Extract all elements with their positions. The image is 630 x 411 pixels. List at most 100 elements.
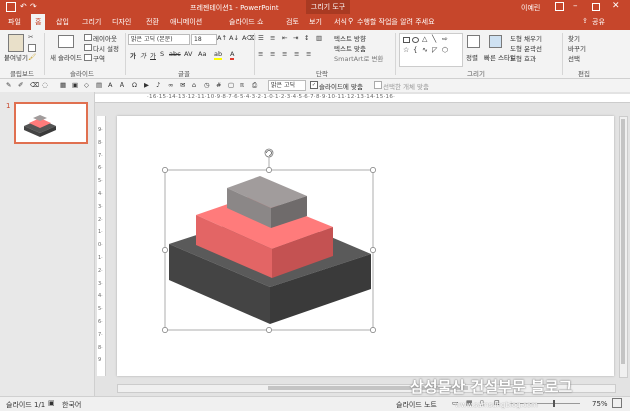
- align-center-icon[interactable]: ≡: [270, 50, 275, 58]
- highlight-icon[interactable]: ab: [214, 50, 223, 60]
- char-spacing-icon[interactable]: AV: [184, 50, 192, 58]
- audio-icon[interactable]: ♪: [156, 81, 160, 89]
- cut-icon[interactable]: ✂: [28, 33, 33, 41]
- video-icon[interactable]: ▶: [144, 81, 149, 89]
- shape-outline-button[interactable]: 도형 윤곽선: [510, 43, 542, 53]
- shape-effects-button[interactable]: 도형 효과: [510, 53, 536, 63]
- number-icon[interactable]: #: [216, 81, 221, 89]
- new-slide-icon[interactable]: [58, 35, 74, 48]
- minimize-icon[interactable]: –: [573, 1, 578, 11]
- paste-icon[interactable]: [8, 34, 24, 52]
- user-name[interactable]: 이예린: [521, 3, 540, 13]
- arrange-button[interactable]: 정렬: [466, 52, 478, 62]
- tab-home[interactable]: 홈: [31, 14, 46, 30]
- align-right-icon[interactable]: ≡: [282, 50, 287, 58]
- zoom-slider-thumb[interactable]: [553, 400, 555, 407]
- italic-icon[interactable]: 가: [140, 50, 146, 60]
- tab-animations[interactable]: 애니메이션: [170, 17, 202, 27]
- curve-shape-icon[interactable]: ∿: [422, 46, 428, 54]
- replace-button[interactable]: 바꾸기: [568, 43, 586, 53]
- symbol-icon[interactable]: Ω: [132, 81, 137, 89]
- callout-shape-icon[interactable]: ◸: [432, 46, 437, 54]
- strikethrough-icon[interactable]: abc: [169, 50, 181, 58]
- bold-icon[interactable]: 가: [130, 50, 136, 60]
- shadow-icon[interactable]: S: [160, 50, 164, 58]
- tab-format[interactable]: 서식: [334, 17, 347, 27]
- shape-fill-button[interactable]: 도형 채우기: [510, 33, 542, 43]
- paste-button[interactable]: 붙여넣기: [4, 52, 28, 62]
- fit-slide-checkbox[interactable]: ✓: [310, 81, 318, 89]
- equation-icon[interactable]: π: [240, 81, 244, 89]
- resize-handle-top-left[interactable]: [162, 167, 168, 173]
- wordart-icon[interactable]: Ꭺ: [120, 81, 124, 90]
- tab-view[interactable]: 보기: [309, 17, 322, 27]
- reset-button[interactable]: 다시 설정: [93, 43, 119, 53]
- resize-handle-left[interactable]: [162, 247, 168, 253]
- object-icon[interactable]: ▢: [228, 81, 234, 89]
- resize-handle-top-right[interactable]: [370, 167, 376, 173]
- smartart-button[interactable]: SmartArt로 변환: [334, 53, 383, 63]
- tab-insert[interactable]: 삽입: [56, 17, 69, 27]
- brace-shape-icon[interactable]: {: [413, 46, 417, 54]
- screenshot-icon[interactable]: ⎙: [252, 81, 257, 90]
- find-button[interactable]: 찾기: [568, 33, 580, 43]
- vertical-scrollbar[interactable]: [619, 116, 628, 378]
- underline-icon[interactable]: 가: [150, 50, 156, 60]
- line-shape-icon[interactable]: ╲: [432, 35, 436, 43]
- close-icon[interactable]: ✕: [612, 1, 620, 11]
- fit-window-icon[interactable]: [612, 398, 622, 408]
- textbox-icon[interactable]: A: [108, 81, 112, 89]
- section-button[interactable]: 구역: [93, 53, 105, 63]
- grow-font-icon[interactable]: A↑: [217, 34, 227, 42]
- line-spacing-icon[interactable]: ↕: [304, 34, 309, 42]
- slide-canvas[interactable]: [117, 116, 614, 376]
- columns-icon[interactable]: ▥: [316, 34, 322, 42]
- resize-handle-right[interactable]: [370, 247, 376, 253]
- selected-object-label[interactable]: 선택한 개체 맞춤: [383, 81, 429, 91]
- numbering-icon[interactable]: ≡: [270, 34, 275, 42]
- chart-icon[interactable]: ▤: [96, 81, 102, 89]
- new-slide-button[interactable]: 새 슬라이드: [50, 52, 82, 62]
- resize-handle-bottom-left[interactable]: [162, 327, 168, 333]
- increase-indent-icon[interactable]: ⇥: [293, 34, 298, 42]
- justify-icon[interactable]: ≡: [294, 50, 299, 58]
- change-case-icon[interactable]: Aa: [198, 50, 206, 58]
- lasso-icon[interactable]: ◌: [42, 81, 48, 89]
- comment-icon[interactable]: ✉: [180, 81, 185, 89]
- align-left-icon[interactable]: ≡: [258, 50, 263, 58]
- fit-to-slide-label[interactable]: 슬라이드에 맞춤: [319, 81, 363, 91]
- brush-icon[interactable]: ✎: [6, 81, 11, 89]
- share-button[interactable]: 공유: [592, 17, 605, 27]
- spellcheck-icon[interactable]: ▣: [48, 399, 55, 407]
- hexagon-shape-icon[interactable]: ⬡: [442, 46, 448, 54]
- tab-draw[interactable]: 그리기: [82, 17, 101, 27]
- shape-icon[interactable]: ◇: [84, 81, 89, 89]
- undo-icon[interactable]: ↶: [20, 2, 27, 11]
- decrease-indent-icon[interactable]: ⇤: [282, 34, 287, 42]
- eraser-icon[interactable]: ⌫: [30, 81, 39, 89]
- triangle-shape-icon[interactable]: △: [422, 35, 427, 43]
- copy-icon[interactable]: [28, 44, 36, 52]
- slide-thumbnail[interactable]: [14, 102, 88, 144]
- font-name-select[interactable]: 맑은 고딕 (본문): [128, 34, 190, 45]
- notes-button[interactable]: 슬라이드 노트: [396, 400, 437, 410]
- tab-transitions[interactable]: 전환: [146, 17, 159, 27]
- pen-icon[interactable]: ✐: [18, 81, 23, 89]
- save-icon[interactable]: [6, 2, 16, 12]
- share-icon[interactable]: ⇪: [582, 17, 588, 25]
- selected-object-checkbox[interactable]: [374, 81, 382, 89]
- table-icon[interactable]: ▦: [60, 81, 66, 89]
- resize-handle-bottom[interactable]: [266, 327, 272, 333]
- tab-design[interactable]: 디자인: [112, 17, 131, 27]
- maximize-icon[interactable]: [592, 3, 600, 11]
- resize-handle-bottom-right[interactable]: [370, 327, 376, 333]
- rotation-handle-icon[interactable]: [264, 148, 274, 158]
- tab-review[interactable]: 검토: [286, 17, 299, 27]
- redo-icon[interactable]: ↷: [30, 2, 37, 11]
- font-color-icon[interactable]: A: [230, 50, 235, 60]
- tab-slideshow[interactable]: 슬라이드 쇼: [229, 17, 263, 27]
- rectangle-shape-icon[interactable]: [403, 37, 410, 43]
- arrow-shape-icon[interactable]: ⇨: [442, 35, 448, 43]
- picture-icon[interactable]: ▣: [72, 81, 78, 89]
- bullets-icon[interactable]: ☰: [258, 34, 264, 42]
